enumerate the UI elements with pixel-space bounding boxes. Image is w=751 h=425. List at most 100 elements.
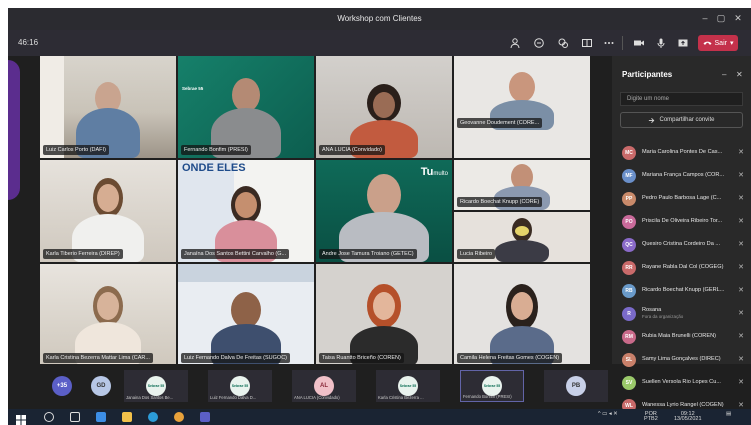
share-icon <box>649 117 655 123</box>
participant-name: Luiz Fernando Dalva De Freitas (SUGOC) <box>181 353 291 363</box>
participant-name: Luiz Carlos Porto (DAFI) <box>43 145 109 155</box>
reactions-icon[interactable] <box>554 34 572 52</box>
overflow-thumbnails: +35 GD Sebrae 55 Janaina Dos Santos Be..… <box>8 364 612 409</box>
chrome-icon[interactable] <box>174 412 184 422</box>
teams-icon[interactable] <box>200 412 210 422</box>
wall-logo-text: Tumulto <box>420 166 448 178</box>
meeting-timer: 46:16 <box>18 38 39 47</box>
store-icon[interactable] <box>96 412 106 422</box>
video-tile[interactable]: Lucia Ribeiro <box>454 212 590 262</box>
system-tray-icons[interactable]: ^ ▭ ◂ ✕ <box>598 411 618 417</box>
video-tile[interactable]: Luiz Fernando Dalva De Freitas (SUGOC) <box>178 264 314 366</box>
language-indicator[interactable]: POR PTB2 <box>644 411 658 422</box>
participant-row[interactable]: MC Maria Carolina Pontes De Cas... ✕ <box>620 142 748 165</box>
avatar: MC <box>622 146 636 160</box>
edge-icon[interactable] <box>148 412 158 422</box>
rooms-icon[interactable] <box>578 34 596 52</box>
participant-name: Pedro Paulo Barbosa Lage (C... <box>642 195 722 201</box>
avatar: RM <box>622 330 636 344</box>
close-panel-icon[interactable]: ✕ <box>736 70 743 79</box>
video-tile[interactable]: Taisa Ruantto Briceño (COREN) <box>316 264 452 366</box>
participant-name: Quesiro Cristina Cordeiro Da ... <box>642 241 721 247</box>
participants-panel: Participantes – ✕ Digite um nome Compart… <box>612 56 751 413</box>
video-tile[interactable]: Ricardo Boechat Knupp (CORE) <box>454 160 590 210</box>
thumbnail-tile[interactable]: GD <box>86 370 116 402</box>
thumbnail-tile[interactable]: Sebrae 55 Karla Cristina Bezerra ... <box>376 370 440 402</box>
search-icon[interactable] <box>44 412 54 422</box>
clock[interactable]: 09:12 13/05/2021 <box>674 411 702 422</box>
avatar: PO <box>622 215 636 229</box>
video-tile[interactable]: Tumulto Andre Jose Tamura Troiano (GETEC… <box>316 160 452 262</box>
teams-window: Workshop com Clientes – ▢ ✕ 46:16 Sair ▾… <box>8 8 751 425</box>
more-options-icon[interactable] <box>600 34 618 52</box>
participant-row[interactable]: RM Rubia Maia Brunelli (COREN) ✕ <box>620 326 748 349</box>
participant-name: Samy Lima Gonçalves (DIREC) <box>642 356 721 362</box>
participant-row[interactable]: RB Ricardo Boechat Knupp (GERL... ✕ <box>620 280 748 303</box>
maximize-icon[interactable]: ▢ <box>714 13 728 24</box>
leave-button[interactable]: Sair ▾ <box>698 35 738 51</box>
thumbnail-tile[interactable]: Sebrae 55 Luiz Fernando Dalva D... <box>208 370 272 402</box>
more-participants-button[interactable]: +35 <box>48 370 76 402</box>
thumbnail-caption: Karla Cristina Bezerra ... <box>378 395 424 400</box>
camera-icon[interactable] <box>630 34 648 52</box>
sebrae-logo: Sebrae 55 <box>230 376 250 396</box>
video-tile[interactable]: Karla Tiberio Ferreira (DIREP) <box>40 160 176 262</box>
participant-row[interactable]: MF Mariana França Campos (COR... ✕ <box>620 165 748 188</box>
video-tile[interactable]: Karla Cristina Bezerra Mattar Lima (CAR.… <box>40 264 176 366</box>
video-tile[interactable]: ANA LUCIA (Convidado) <box>316 56 452 158</box>
panel-title: Participantes <box>622 70 673 79</box>
participant-subtitle: Fora da organização <box>642 314 684 319</box>
sebrae-logo: Sebrae 55 <box>398 376 418 396</box>
participant-search-input[interactable]: Digite um nome <box>620 92 743 106</box>
participant-name: Fernando Bonfim (PRESI) <box>181 145 251 155</box>
thumbnail-tile[interactable]: Sebrae 55 Janaina Dos Santos Be... <box>124 370 188 402</box>
participant-row[interactable]: SL Samy Lima Gonçalves (DIREC) ✕ <box>620 349 748 372</box>
avatar: QC <box>622 238 636 252</box>
thumbnail-tile[interactable]: PB <box>544 370 608 402</box>
video-tile[interactable]: ONDE ELES Janaína Dos Santos Bettini Car… <box>178 160 314 262</box>
participant-row[interactable]: R Rosana Fora da organização ✕ <box>620 303 748 326</box>
video-tile[interactable]: Camila Helena Freitas Gomes (COGEN) <box>454 264 590 366</box>
video-tile[interactable]: Luiz Carlos Porto (DAFI) <box>40 56 176 158</box>
microphone-icon[interactable] <box>652 34 670 52</box>
participant-name: Ricardo Boechat Knupp (GERL... <box>642 287 725 293</box>
muted-mic-icon: ✕ <box>738 218 744 225</box>
muted-mic-icon: ✕ <box>738 379 744 386</box>
participant-row[interactable]: RR Rayane Rabla Dal Col (COGEG) ✕ <box>620 257 748 280</box>
collapse-icon[interactable]: – <box>722 70 726 79</box>
participant-name: Janaína Dos Santos Bettini Carvalho (G..… <box>181 249 290 259</box>
avatar: PB <box>566 376 586 396</box>
muted-mic-icon: ✕ <box>738 264 744 271</box>
participant-name: ANA LUCIA (Convidado) <box>319 145 385 155</box>
muted-mic-icon: ✕ <box>738 402 744 409</box>
muted-mic-icon: ✕ <box>738 310 744 317</box>
chevron-down-icon: ▾ <box>729 40 734 47</box>
thumbnail-caption: ANA LUCIA (Convidado) <box>294 395 340 400</box>
video-tile[interactable]: Sebrae 55 Fernando Bonfim (PRESI) <box>178 56 314 158</box>
sebrae-logo: Sebrae 55 <box>182 86 204 91</box>
share-invite-button[interactable]: Compartilhar convite <box>620 112 743 128</box>
participants-icon[interactable] <box>506 34 524 52</box>
close-window-icon[interactable]: ✕ <box>731 13 745 24</box>
avatar: MF <box>622 169 636 183</box>
participant-row[interactable]: SV Suellen Versola Rio Lopes Cu... ✕ <box>620 372 748 395</box>
participant-name: Suellen Versola Rio Lopes Cu... <box>642 379 721 385</box>
thumbnail-tile[interactable]: AL ANA LUCIA (Convidado) <box>292 370 356 402</box>
chat-icon[interactable] <box>530 34 548 52</box>
share-screen-icon[interactable] <box>674 34 692 52</box>
avatar: SL <box>622 353 636 367</box>
leave-label: Sair <box>714 39 727 47</box>
windows-start-icon[interactable] <box>16 412 26 425</box>
task-view-icon[interactable] <box>70 412 80 422</box>
participant-list: MC Maria Carolina Pontes De Cas... ✕ MF Mar… <box>620 142 748 418</box>
minimize-icon[interactable]: – <box>698 13 712 23</box>
avatar: GD <box>91 376 111 396</box>
video-tile[interactable]: Geovanne Doudement (CORE... <box>454 56 590 158</box>
notifications-icon[interactable]: ▤ <box>726 411 731 417</box>
file-explorer-icon[interactable] <box>122 412 132 422</box>
participant-row[interactable]: QC Quesiro Cristina Cordeiro Da ... ✕ <box>620 234 748 257</box>
thumbnail-tile[interactable]: Sebrae 55 Fernando Bonfim (PRESI) <box>460 370 524 402</box>
more-count: +35 <box>52 376 72 396</box>
participant-row[interactable]: PP Pedro Paulo Barbosa Lage (C... ✕ <box>620 188 748 211</box>
participant-row[interactable]: PO Priscila De Oliveira Ribeiro Tor... ✕ <box>620 211 748 234</box>
